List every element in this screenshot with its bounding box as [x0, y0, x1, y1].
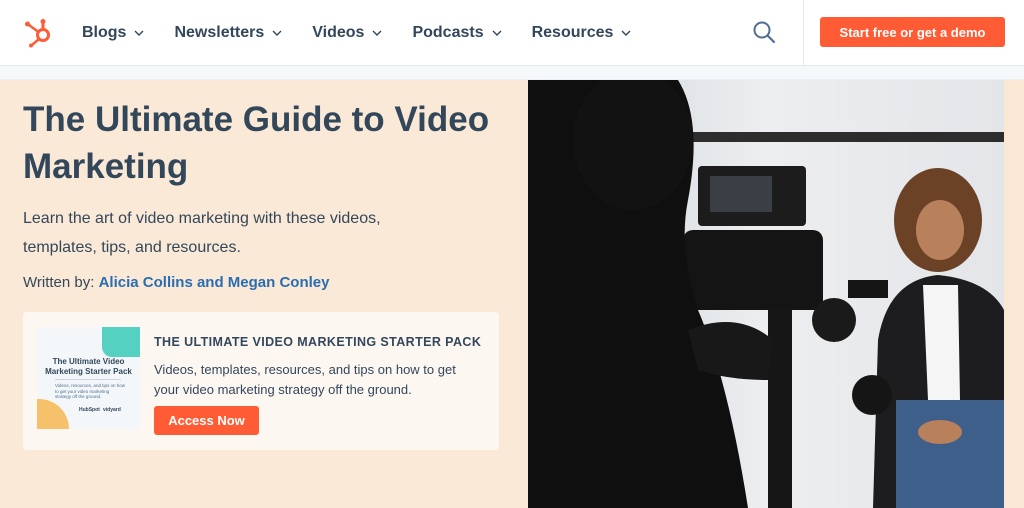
- header-divider: [803, 0, 804, 66]
- chevron-down-icon: [134, 30, 144, 36]
- nav-podcasts[interactable]: Podcasts: [412, 24, 502, 42]
- thumbnail-teal-shape: [102, 327, 140, 357]
- nav-blogs[interactable]: Blogs: [82, 24, 144, 42]
- offer-heading: THE ULTIMATE VIDEO MARKETING STARTER PAC…: [154, 335, 482, 349]
- thumbnail-logo-hubspot: HubSpot: [79, 407, 100, 413]
- thumbnail-logo-vidyard: vidyard: [103, 407, 121, 413]
- chevron-down-icon: [272, 30, 282, 36]
- thumbnail-mustard-shape: [37, 399, 69, 429]
- nav-videos-label: Videos: [312, 24, 365, 41]
- nav-blogs-label: Blogs: [82, 24, 127, 41]
- page-subtitle: Learn the art of video marketing with th…: [23, 210, 381, 256]
- nav-podcasts-label: Podcasts: [412, 24, 484, 41]
- byline: Written by: Alicia Collins and Megan Con…: [23, 274, 329, 291]
- hero-right-margin: [1004, 80, 1024, 508]
- nav-resources-label: Resources: [531, 24, 614, 41]
- site-header: Blogs Newsletters Videos Podcasts Resour…: [0, 0, 1024, 66]
- thumbnail-subtitle: Videos, resources, and tips on how to ge…: [55, 383, 125, 399]
- page-title: The Ultimate Guide to Video Marketing: [23, 100, 490, 186]
- hero-photo: [528, 80, 1004, 508]
- header-subbar: [0, 66, 1024, 80]
- nav-newsletters-label: Newsletters: [174, 24, 265, 41]
- main-nav: Blogs Newsletters Videos Podcasts Resour…: [82, 0, 661, 66]
- nav-resources[interactable]: Resources: [532, 24, 632, 42]
- nav-newsletters[interactable]: Newsletters: [174, 24, 282, 42]
- nav-videos[interactable]: Videos: [312, 24, 382, 42]
- access-now-button[interactable]: Access Now: [154, 406, 259, 435]
- offer-card: The Ultimate Video Marketing Starter Pac…: [23, 312, 499, 450]
- hero-text-panel: The Ultimate Guide to Video Marketing Le…: [0, 80, 528, 508]
- thumbnail-title: The Ultimate Video Marketing Starter Pac…: [45, 357, 132, 376]
- chevron-down-icon: [621, 30, 631, 36]
- start-free-button[interactable]: Start free or get a demo: [820, 17, 1005, 47]
- chevron-down-icon: [492, 30, 502, 36]
- search-icon[interactable]: [752, 20, 776, 44]
- hubspot-sprocket-icon[interactable]: [22, 16, 54, 48]
- offer-description: Videos, templates, resources, and tips o…: [154, 362, 456, 397]
- author-links[interactable]: Alicia Collins and Megan Conley: [99, 274, 330, 291]
- byline-prefix: Written by:: [23, 274, 95, 291]
- thumbnail-divider: [55, 379, 121, 380]
- offer-thumbnail[interactable]: The Ultimate Video Marketing Starter Pac…: [37, 327, 140, 429]
- chevron-down-icon: [372, 30, 382, 36]
- hero-section: The Ultimate Guide to Video Marketing Le…: [0, 80, 1024, 508]
